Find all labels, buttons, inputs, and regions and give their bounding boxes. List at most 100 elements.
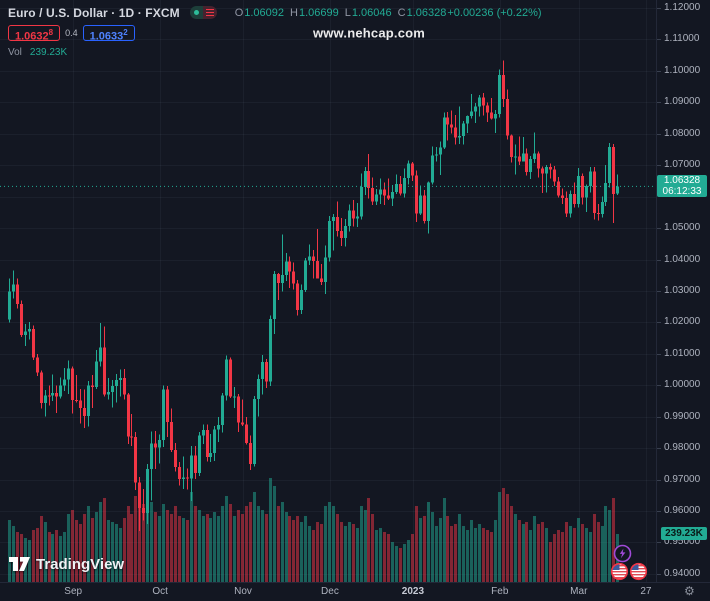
price-axis-label: 1.00000 <box>664 379 700 390</box>
volume-bar <box>288 516 291 582</box>
candle <box>75 375 78 403</box>
candle <box>277 273 280 300</box>
candle <box>466 116 469 134</box>
candle <box>344 219 347 246</box>
candle <box>379 178 382 204</box>
candle <box>95 350 98 389</box>
volume-bar <box>364 510 367 582</box>
volume-bar <box>154 512 157 582</box>
volume-bar <box>474 528 477 582</box>
volume-bar <box>443 498 446 582</box>
candle <box>589 167 592 192</box>
symbol-title[interactable]: Euro / U.S. Dollar · 1D · FXCM <box>8 6 180 20</box>
candle <box>261 355 264 394</box>
volume-bar <box>198 510 201 582</box>
volume-bar <box>217 516 220 582</box>
candle <box>150 431 153 500</box>
volume-bar <box>237 510 240 582</box>
us-flag-event-icon[interactable] <box>610 562 629 586</box>
current-price-value: 1.06328 <box>657 175 707 186</box>
candle <box>375 189 378 205</box>
volume-bar <box>115 524 118 582</box>
candle <box>522 137 525 162</box>
candle <box>581 174 584 205</box>
candle <box>371 177 374 204</box>
candle <box>435 147 438 162</box>
candle <box>506 90 509 140</box>
open-value: 1.06092 <box>244 7 284 19</box>
spread-value: 0.4 <box>65 28 78 38</box>
red-menu-icon <box>203 6 217 19</box>
volume-axis-badge: 239.23K <box>661 527 707 540</box>
market-status-toggle[interactable] <box>190 6 217 19</box>
volume-label: Vol <box>8 47 22 58</box>
candle <box>518 137 521 166</box>
candle <box>360 174 363 220</box>
volume-bar <box>478 524 481 582</box>
price-axis-label: 1.09000 <box>664 96 700 107</box>
candle <box>273 271 276 334</box>
us-flag-event-icon[interactable] <box>629 562 648 586</box>
candle <box>454 115 457 145</box>
volume-bar <box>506 494 509 582</box>
candle <box>28 322 31 340</box>
candle <box>601 196 604 217</box>
volume-bar <box>411 534 414 582</box>
price-axis-tick <box>657 39 661 40</box>
volume-bar <box>300 522 303 582</box>
volume-bar <box>529 530 532 582</box>
volume-bar <box>514 514 517 582</box>
price-axis[interactable]: 1.120001.110001.100001.090001.080001.070… <box>656 0 710 582</box>
candle <box>288 256 291 287</box>
volume-bar <box>304 516 307 582</box>
gridlines <box>0 0 656 582</box>
volume-bar <box>482 528 485 582</box>
candle <box>237 394 240 432</box>
candle <box>296 280 299 316</box>
volume-bar <box>423 516 426 582</box>
price-axis-label: 1.10000 <box>664 65 700 76</box>
time-axis-label: 27 <box>640 586 651 597</box>
volume-value: 239.23K <box>30 47 67 58</box>
ohlc-legend: O1.06092 H1.06699 L1.06046 C1.06328 +0.0… <box>229 7 542 19</box>
candle <box>462 121 465 144</box>
volume-bar <box>320 524 323 582</box>
candle <box>63 368 66 391</box>
candle <box>59 377 62 398</box>
candle <box>324 245 327 294</box>
price-axis-label: 1.01000 <box>664 348 700 359</box>
gear-icon[interactable]: ⚙ <box>684 584 695 598</box>
candle <box>336 201 339 236</box>
price-axis-tick <box>657 448 661 449</box>
time-axis[interactable]: ⚙ SepOctNovDec2023FebMar27 <box>0 582 710 601</box>
bar-countdown: 06:12:33 <box>657 186 707 197</box>
volume-bar <box>458 514 461 582</box>
time-axis-label: Feb <box>491 586 508 597</box>
volume-bar <box>308 526 311 582</box>
candlestick-chart-canvas[interactable] <box>0 0 656 582</box>
tradingview-logo[interactable]: TradingView <box>8 556 124 573</box>
candle <box>127 393 130 444</box>
price-axis-tick <box>657 165 661 166</box>
volume-bar <box>525 522 528 582</box>
time-axis-label: Sep <box>64 586 82 597</box>
volume-bar <box>589 532 592 582</box>
candle <box>202 425 205 444</box>
volume-bar <box>285 512 288 582</box>
candle <box>403 168 406 197</box>
candle <box>478 95 481 116</box>
sell-button[interactable]: 1.06328 <box>8 25 60 41</box>
candle <box>67 360 70 394</box>
candle <box>482 93 485 115</box>
close-value: 1.06328 <box>407 7 447 19</box>
volume-bar <box>352 524 355 582</box>
candle <box>352 200 355 226</box>
high-label: H <box>290 7 298 19</box>
buy-button[interactable]: 1.06332 <box>83 25 135 41</box>
candle <box>498 69 501 117</box>
candle <box>308 244 311 265</box>
volume-bar <box>206 514 209 582</box>
volume-bar <box>522 524 525 582</box>
candle <box>494 110 497 133</box>
volume-bar <box>502 488 505 582</box>
